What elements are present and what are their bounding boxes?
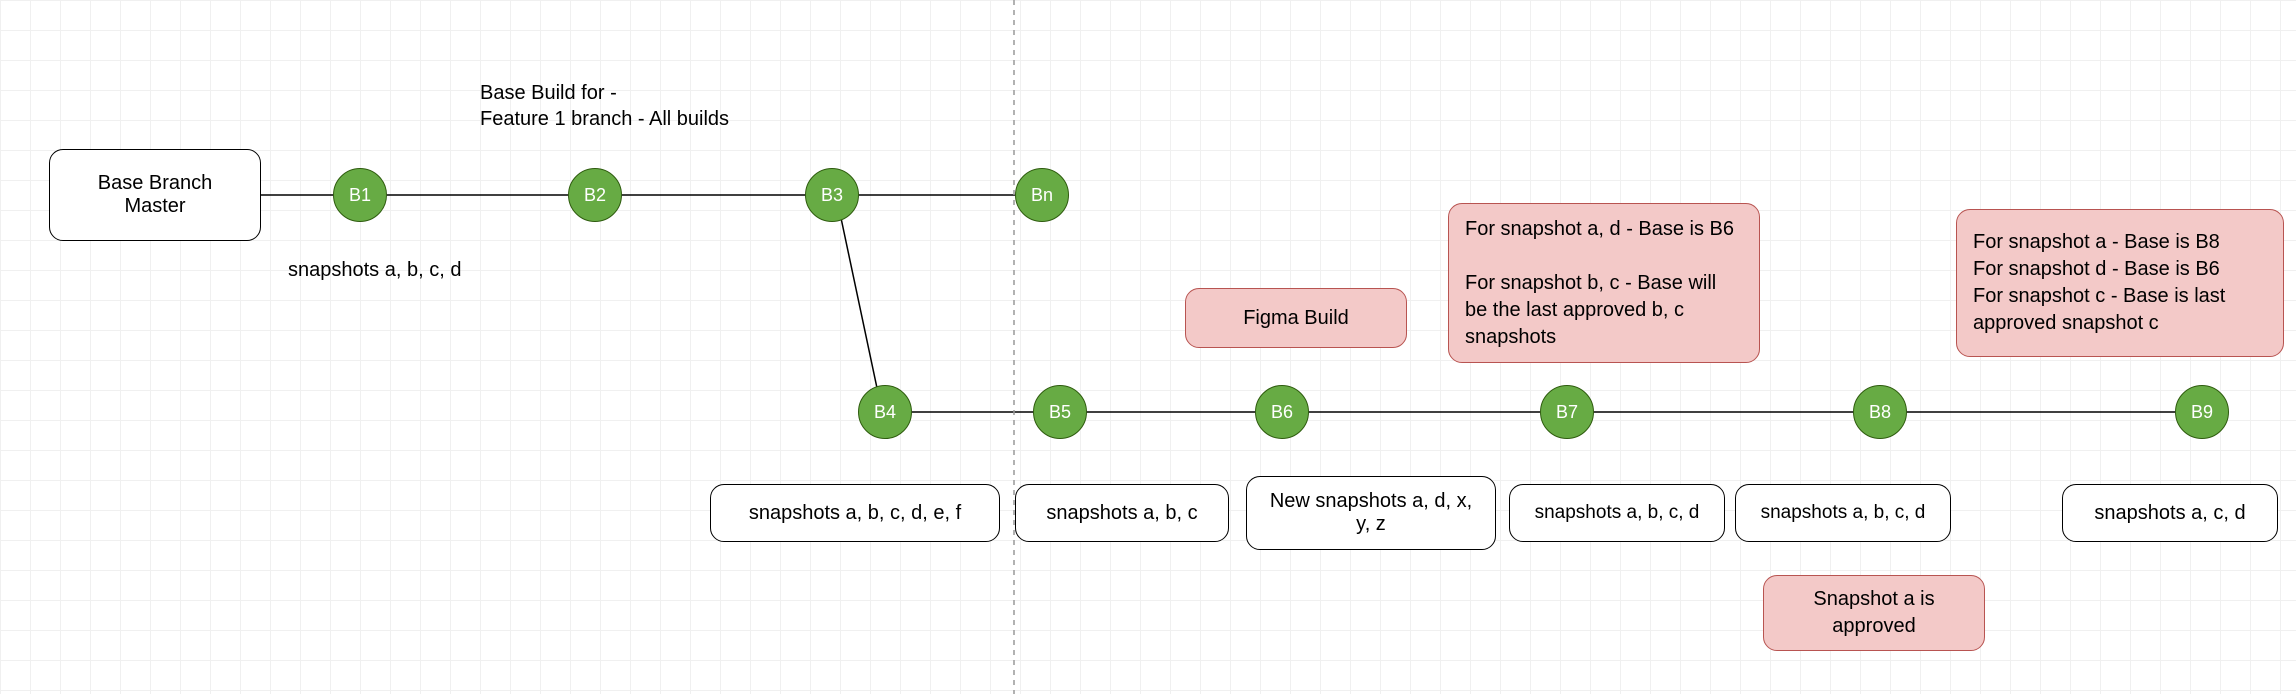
snapshots-box-b8: snapshots a, b, c, d (1735, 484, 1951, 542)
root-box: Base Branch Master (49, 149, 261, 241)
root-line1: Base Branch (98, 172, 213, 195)
note-b9: For snapshot a - Base is B8 For snapshot… (1956, 209, 2284, 357)
build-b1: B1 (333, 168, 387, 222)
note-figma-build: Figma Build (1185, 288, 1407, 348)
build-b5: B5 (1033, 385, 1087, 439)
build-bn: Bn (1015, 168, 1069, 222)
note-b8: Snapshot a is approved (1763, 575, 1985, 651)
build-b2: B2 (568, 168, 622, 222)
note-b7: For snapshot a, d - Base is B6 For snaps… (1448, 203, 1760, 363)
diagram-canvas: Base Branch Master Base Build for - Feat… (0, 0, 2296, 694)
root-line2: Master (124, 195, 185, 218)
build-b4: B4 (858, 385, 912, 439)
snapshots-box-b6: New snapshots a, d, x, y, z (1246, 476, 1496, 550)
base-build-label: Base Build for - Feature 1 branch - All … (480, 80, 729, 132)
snapshots-box-b7: snapshots a, b, c, d (1509, 484, 1725, 542)
build-b6: B6 (1255, 385, 1309, 439)
build-b9: B9 (2175, 385, 2229, 439)
snapshots-box-b5: snapshots a, b, c (1015, 484, 1229, 542)
snapshots-box-b4: snapshots a, b, c, d, e, f (710, 484, 1000, 542)
snapshots-label-b1: snapshots a, b, c, d (288, 257, 461, 283)
build-b8: B8 (1853, 385, 1907, 439)
build-b7: B7 (1540, 385, 1594, 439)
build-b3: B3 (805, 168, 859, 222)
snapshots-box-b9: snapshots a, c, d (2062, 484, 2278, 542)
